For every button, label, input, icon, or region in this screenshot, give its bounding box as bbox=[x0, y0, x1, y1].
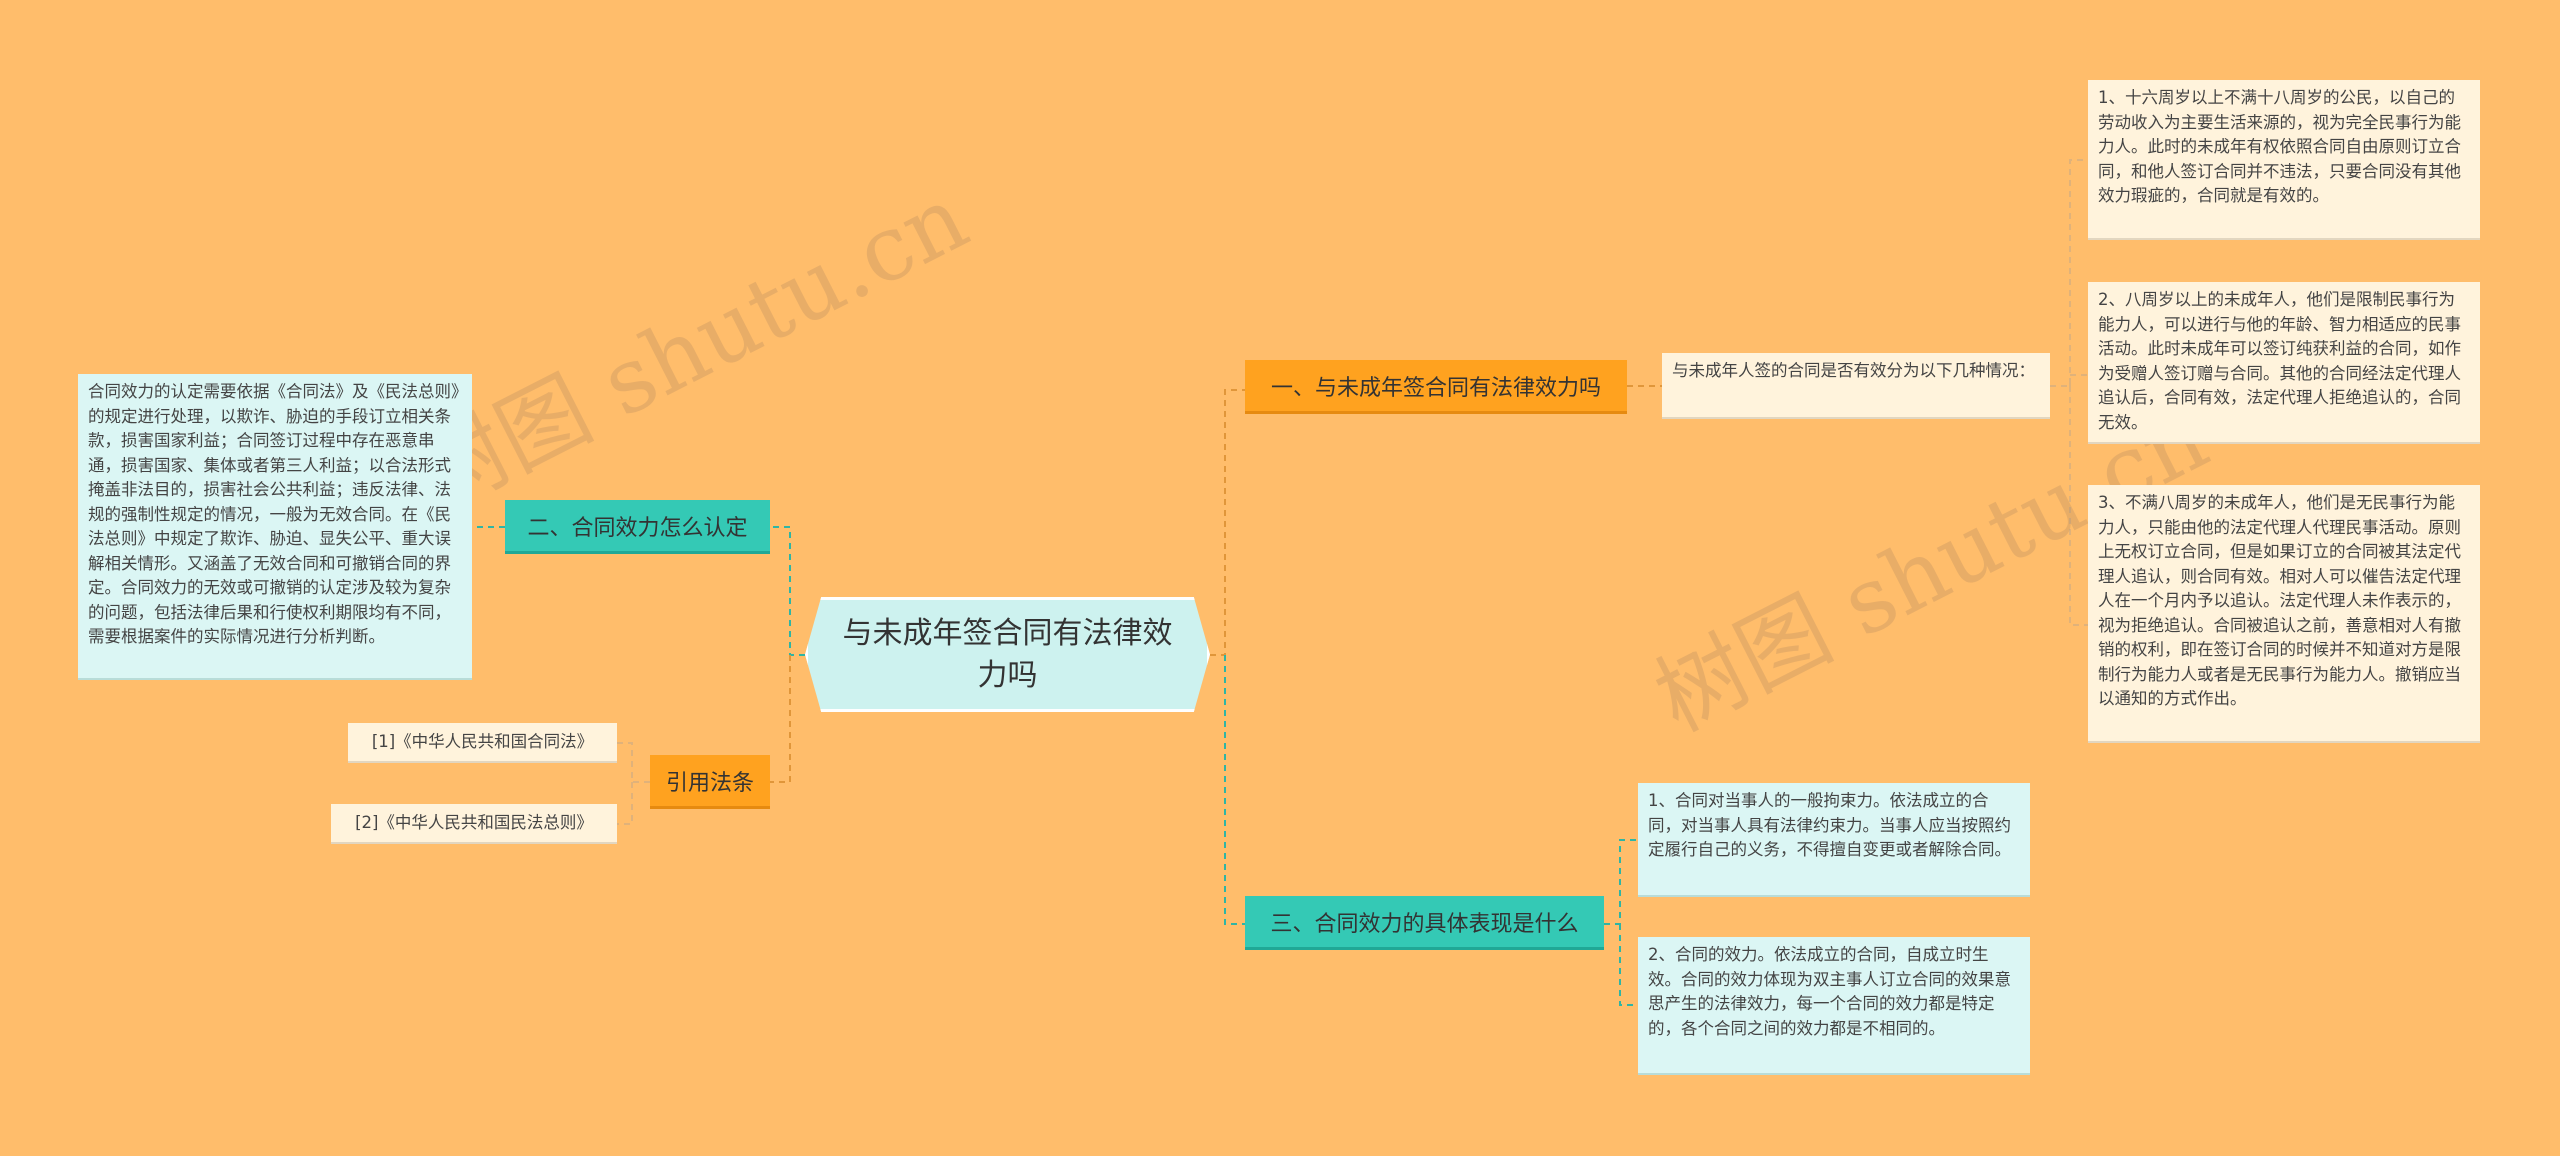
topic3-item-1-text: 1、合同对当事人的一般拘束力。依法成立的合同，对当事人具有法律约束力。当事人应当… bbox=[1648, 791, 2011, 859]
topic1-item-2-text: 2、八周岁以上的未成年人，他们是限制民事行为能力人，可以进行与他的年龄、智力相适… bbox=[2098, 290, 2461, 432]
topic3-item-1[interactable]: 1、合同对当事人的一般拘束力。依法成立的合同，对当事人具有法律约束力。当事人应当… bbox=[1638, 783, 2030, 897]
topic3-item-2-text: 2、合同的效力。依法成立的合同，自成立时生效。合同的效力体现为双主事人订立合同的… bbox=[1648, 945, 2011, 1038]
topic1-item-1-text: 1、十六周岁以上不满十八周岁的公民，以自己的劳动收入为主要生活来源的，视为完全民… bbox=[2098, 88, 2461, 205]
topic-minor-contract-validity[interactable]: 一、与未成年签合同有法律效力吗 bbox=[1245, 360, 1627, 414]
citation-text: [1]《中华人民共和国合同法》 bbox=[371, 731, 594, 751]
topic1-item-3-text: 3、不满八周岁的未成年人，他们是无民事行为能力人，只能由他的法定代理人代理民事活… bbox=[2098, 493, 2461, 708]
topic-contract-effect-manifestation[interactable]: 三、合同效力的具体表现是什么 bbox=[1245, 896, 1604, 950]
topic3-item-2[interactable]: 2、合同的效力。依法成立的合同，自成立时生效。合同的效力体现为双主事人订立合同的… bbox=[1638, 937, 2030, 1075]
topic2-detail-text: 合同效力的认定需要依据《合同法》及《民法总则》的规定进行处理，以欺诈、胁迫的手段… bbox=[88, 382, 460, 646]
topic-cited-laws[interactable]: 引用法条 bbox=[650, 755, 770, 809]
citation-contract-law[interactable]: [1]《中华人民共和国合同法》 bbox=[348, 723, 617, 763]
topic-label: 引用法条 bbox=[665, 770, 754, 796]
topic1-item-1[interactable]: 1、十六周岁以上不满十八周岁的公民，以自己的劳动收入为主要生活来源的，视为完全民… bbox=[2088, 80, 2480, 240]
topic2-detail[interactable]: 合同效力的认定需要依据《合同法》及《民法总则》的规定进行处理，以欺诈、胁迫的手段… bbox=[78, 374, 472, 680]
citation-text: [2]《中华人民共和国民法总则》 bbox=[355, 812, 593, 832]
topic1-intro[interactable]: 与未成年人签的合同是否有效分为以下几种情况： bbox=[1662, 353, 2050, 419]
topic-contract-validity-determination[interactable]: 二、合同效力怎么认定 bbox=[505, 500, 770, 554]
root-title: 与未成年签合同有法律效力吗 bbox=[842, 615, 1173, 693]
topic1-item-3[interactable]: 3、不满八周岁的未成年人，他们是无民事行为能力人，只能由他的法定代理人代理民事活… bbox=[2088, 485, 2480, 743]
topic-label: 三、合同效力的具体表现是什么 bbox=[1270, 911, 1579, 937]
citation-civil-law-general[interactable]: [2]《中华人民共和国民法总则》 bbox=[331, 804, 617, 844]
root-node[interactable]: 与未成年签合同有法律效力吗 bbox=[805, 597, 1210, 712]
topic1-intro-text: 与未成年人签的合同是否有效分为以下几种情况： bbox=[1672, 361, 2035, 380]
topic-label: 一、与未成年签合同有法律效力吗 bbox=[1270, 375, 1601, 401]
topic1-item-2[interactable]: 2、八周岁以上的未成年人，他们是限制民事行为能力人，可以进行与他的年龄、智力相适… bbox=[2088, 282, 2480, 444]
topic-label: 二、合同效力怎么认定 bbox=[527, 515, 748, 541]
